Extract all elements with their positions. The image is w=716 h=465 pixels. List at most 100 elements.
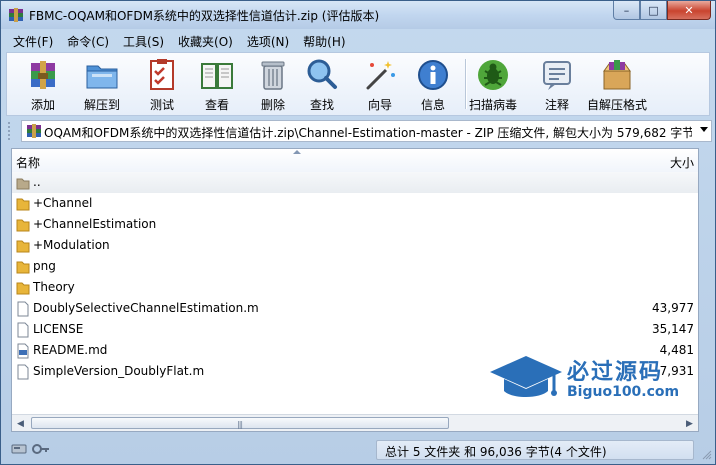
toolbar: 添加 解压到 测试 查看 删除 查找 向导 信息 扫描病毒 注释 自解压格式 — [6, 52, 710, 116]
virus-scan-button[interactable]: 扫描病毒 — [469, 55, 517, 115]
item-name: +Modulation — [33, 238, 110, 252]
wizard-wand-icon — [366, 61, 395, 90]
item-name: .. — [33, 175, 41, 189]
add-button[interactable]: 添加 — [25, 55, 61, 115]
folder-icon — [16, 282, 30, 295]
comment-label: 注释 — [544, 98, 569, 112]
status-summary-box: 总计 5 文件夹 和 96,036 字节(4 个文件) — [376, 440, 694, 460]
item-name: +ChannelEstimation — [33, 217, 157, 231]
view-button[interactable]: 查看 — [199, 55, 235, 115]
file-icon — [17, 364, 29, 380]
comment-button[interactable]: 注释 — [539, 55, 575, 115]
menu-bar: 文件(F) 命令(C) 工具(S) 收藏夹(O) 选项(N) 帮助(H) — [6, 31, 353, 51]
toolbar-separator — [465, 59, 467, 109]
menu-commands[interactable]: 命令(C) — [60, 31, 116, 51]
comment-icon — [543, 61, 571, 90]
sfx-box-icon — [603, 60, 631, 90]
minimize-button[interactable]: – — [613, 1, 640, 20]
folder-icon — [16, 219, 30, 232]
column-header-size[interactable]: 大小 — [670, 154, 694, 171]
resize-grip-icon[interactable] — [702, 450, 712, 460]
find-button[interactable]: 查找 — [304, 55, 340, 115]
list-item-folder[interactable]: Theory — [12, 277, 698, 298]
drive-key-icon[interactable] — [11, 442, 51, 456]
file-icon — [17, 301, 29, 317]
delete-label: 删除 — [260, 98, 285, 112]
sfx-button[interactable]: 自解压格式 — [587, 55, 647, 115]
find-magnifier-icon — [307, 59, 337, 89]
menu-favorites[interactable]: 收藏夹(O) — [171, 31, 240, 51]
horizontal-scrollbar[interactable]: ◀ ||| ▶ — [12, 414, 698, 431]
wizard-button[interactable]: 向导 — [362, 55, 398, 115]
status-bar: 总计 5 文件夹 和 96,036 字节(4 个文件) — [4, 438, 714, 462]
folder-icon — [16, 261, 30, 274]
list-item-file[interactable]: DoublySelectiveChannelEstimation.m 43,97… — [12, 298, 698, 319]
delete-button[interactable]: 删除 — [255, 55, 291, 115]
item-name: SimpleVersion_DoublyFlat.m — [33, 364, 205, 378]
markdown-file-icon — [17, 343, 29, 359]
trash-icon — [261, 61, 285, 90]
sfx-label: 自解压格式 — [587, 98, 648, 112]
app-window: FBMC-OQAM和OFDM系统中的双选择性信道估计.zip (评估版本) – … — [0, 0, 716, 465]
menu-tools[interactable]: 工具(S) — [116, 31, 171, 51]
add-label: 添加 — [30, 98, 55, 112]
archive-icon — [27, 124, 41, 138]
scroll-thumb[interactable]: ||| — [31, 417, 449, 429]
column-header-name[interactable]: 名称 — [16, 154, 40, 171]
maximize-button[interactable]: □ — [640, 1, 667, 20]
address-path: OQAM和OFDM系统中的双选择性信道估计.zip\Channel-Estima… — [44, 126, 692, 140]
file-icon — [17, 322, 29, 338]
window-title: FBMC-OQAM和OFDM系统中的双选择性信道估计.zip (评估版本) — [29, 9, 380, 23]
parent-folder-icon — [16, 178, 30, 190]
item-name: DoublySelectiveChannelEstimation.m — [33, 301, 259, 315]
menu-help[interactable]: 帮助(H) — [296, 31, 352, 51]
virus-scan-label: 扫描病毒 — [469, 98, 518, 112]
add-archive-icon — [31, 61, 55, 89]
list-item-folder[interactable]: png — [12, 256, 698, 277]
watermark-title: 必过源码 — [567, 360, 664, 385]
list-header: 名称 大小 — [12, 149, 698, 173]
watermark-logo: 必过源码 Biguo100.com — [488, 350, 698, 410]
list-item-parent[interactable]: .. — [12, 172, 698, 193]
view-book-icon — [201, 63, 233, 89]
extract-to-icon — [86, 65, 118, 89]
address-bar[interactable]: OQAM和OFDM系统中的双选择性信道估计.zip\Channel-Estima… — [21, 120, 712, 142]
info-label: 信息 — [420, 98, 445, 112]
status-summary: 总计 5 文件夹 和 96,036 字节(4 个文件) — [385, 445, 607, 459]
item-name: LICENSE — [33, 322, 84, 336]
close-button[interactable]: ✕ — [667, 1, 711, 20]
wizard-label: 向导 — [367, 98, 392, 112]
watermark-url: Biguo100.com — [567, 384, 680, 400]
list-item-file[interactable]: LICENSE 35,147 — [12, 319, 698, 340]
graduation-cap-icon — [490, 356, 562, 397]
menu-file[interactable]: 文件(F) — [6, 31, 60, 51]
folder-icon — [16, 240, 30, 253]
folder-icon — [16, 198, 30, 211]
test-label: 测试 — [149, 98, 174, 112]
item-size: 43,977 — [652, 301, 694, 315]
view-label: 查看 — [204, 98, 229, 112]
list-item-folder[interactable]: +ChannelEstimation — [12, 214, 698, 235]
extract-to-label: 解压到 — [84, 98, 121, 112]
info-button[interactable]: 信息 — [415, 55, 451, 115]
extract-to-button[interactable]: 解压到 — [84, 55, 120, 115]
scroll-right-icon[interactable]: ▶ — [681, 415, 698, 431]
menu-options[interactable]: 选项(N) — [240, 31, 296, 51]
sort-ascending-icon — [293, 150, 301, 154]
info-icon — [418, 60, 448, 90]
list-item-folder[interactable]: +Channel — [12, 193, 698, 214]
scroll-left-icon[interactable]: ◀ — [12, 415, 29, 431]
item-name: +Channel — [33, 196, 93, 210]
test-icon — [150, 59, 174, 90]
address-bar-grip[interactable] — [8, 122, 16, 140]
winrar-app-icon[interactable] — [8, 7, 24, 23]
test-button[interactable]: 测试 — [144, 55, 180, 115]
title-bar[interactable]: FBMC-OQAM和OFDM系统中的双选择性信道估计.zip (评估版本) – … — [1, 1, 715, 29]
virus-scan-icon — [478, 60, 508, 90]
chevron-down-icon[interactable] — [700, 127, 708, 132]
caption-buttons: – □ ✕ — [613, 1, 711, 21]
item-size: 35,147 — [652, 322, 694, 336]
item-name: README.md — [33, 343, 108, 357]
list-item-folder[interactable]: +Modulation — [12, 235, 698, 256]
item-name: png — [33, 259, 56, 273]
